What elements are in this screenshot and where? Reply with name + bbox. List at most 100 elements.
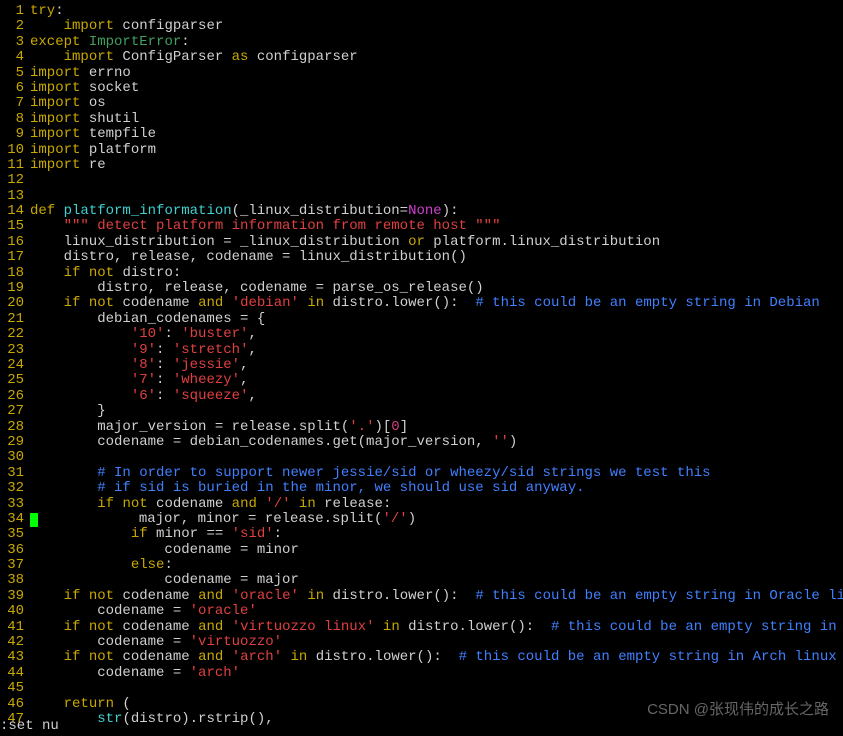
code-editor[interactable]: 1try:2 import configparser3except Import… — [0, 0, 843, 727]
line-content[interactable] — [30, 450, 843, 465]
code-line[interactable]: 14def platform_information(_linux_distri… — [0, 204, 843, 219]
line-content[interactable] — [30, 681, 843, 696]
line-content[interactable]: distro, release, codename = parse_os_rel… — [30, 281, 843, 296]
line-content[interactable]: '7': 'wheezy', — [30, 373, 843, 388]
line-content[interactable]: import ConfigParser as configparser — [30, 50, 843, 65]
line-content[interactable]: try: — [30, 4, 843, 19]
line-content[interactable] — [30, 189, 843, 204]
line-content[interactable]: if not codename and 'debian' in distro.l… — [30, 296, 843, 311]
line-content[interactable]: if not codename and '/' in release: — [30, 497, 843, 512]
token-kw: else — [131, 557, 165, 573]
code-line[interactable]: 26 '6': 'squeeze', — [0, 389, 843, 404]
line-content[interactable]: """ detect platform information from rem… — [30, 219, 843, 234]
line-content[interactable]: except ImportError: — [30, 35, 843, 50]
code-line[interactable]: 28 major_version = release.split('.')[0] — [0, 420, 843, 435]
code-line[interactable]: 33 if not codename and '/' in release: — [0, 497, 843, 512]
token-cm: # this could be an empty string in Debia… — [475, 295, 819, 311]
line-content[interactable]: distro, release, codename = linux_distri… — [30, 250, 843, 265]
line-content[interactable]: major, minor = release.split('/') — [30, 512, 843, 527]
code-line[interactable]: 12 — [0, 173, 843, 188]
code-line[interactable]: 1try: — [0, 4, 843, 19]
code-line[interactable]: 6import socket — [0, 81, 843, 96]
line-content[interactable]: if not distro: — [30, 266, 843, 281]
line-content[interactable]: import configparser — [30, 19, 843, 34]
token-st: 'jessie' — [173, 357, 240, 373]
token-pl: re — [80, 157, 105, 173]
code-line[interactable]: 35 if minor == 'sid': — [0, 527, 843, 542]
line-content[interactable]: if not codename and 'oracle' in distro.l… — [30, 589, 843, 604]
code-line[interactable]: 22 '10': 'buster', — [0, 327, 843, 342]
code-line[interactable]: 44 codename = 'arch' — [0, 666, 843, 681]
line-content[interactable]: linux_distribution = _linux_distribution… — [30, 235, 843, 250]
code-line[interactable]: 3except ImportError: — [0, 35, 843, 50]
line-content[interactable]: codename = 'virtuozzo' — [30, 635, 843, 650]
line-content[interactable]: codename = debian_codenames.get(major_ve… — [30, 435, 843, 450]
line-content[interactable]: import errno — [30, 66, 843, 81]
code-line[interactable]: 7import os — [0, 96, 843, 111]
line-content[interactable]: codename = 'oracle' — [30, 604, 843, 619]
line-content[interactable]: if not codename and 'arch' in distro.low… — [30, 650, 843, 665]
code-line[interactable]: 23 '9': 'stretch', — [0, 343, 843, 358]
code-line[interactable]: 42 codename = 'virtuozzo' — [0, 635, 843, 650]
line-number: 20 — [0, 296, 30, 311]
line-content[interactable]: '8': 'jessie', — [30, 358, 843, 373]
line-content[interactable]: # In order to support newer jessie/sid o… — [30, 466, 843, 481]
code-line[interactable]: 27 } — [0, 404, 843, 419]
line-content[interactable]: import socket — [30, 81, 843, 96]
line-content[interactable]: major_version = release.split('.')[0] — [30, 420, 843, 435]
code-line[interactable]: 43 if not codename and 'arch' in distro.… — [0, 650, 843, 665]
code-line[interactable]: 30 — [0, 450, 843, 465]
code-line[interactable]: 34 major, minor = release.split('/') — [0, 512, 843, 527]
code-line[interactable]: 40 codename = 'oracle' — [0, 604, 843, 619]
code-line[interactable]: 9import tempfile — [0, 127, 843, 142]
code-line[interactable]: 10import platform — [0, 143, 843, 158]
code-line[interactable]: 31 # In order to support newer jessie/si… — [0, 466, 843, 481]
line-content[interactable]: codename = 'arch' — [30, 666, 843, 681]
code-line[interactable]: 18 if not distro: — [0, 266, 843, 281]
code-line[interactable]: 41 if not codename and 'virtuozzo linux'… — [0, 620, 843, 635]
code-line[interactable]: 39 if not codename and 'oracle' in distr… — [0, 589, 843, 604]
token-pl: , — [240, 372, 248, 388]
line-content[interactable] — [30, 173, 843, 188]
code-line[interactable]: 20 if not codename and 'debian' in distr… — [0, 296, 843, 311]
line-content[interactable]: codename = major — [30, 573, 843, 588]
code-line[interactable]: 36 codename = minor — [0, 543, 843, 558]
line-number: 2 — [0, 19, 30, 34]
code-line[interactable]: 16 linux_distribution = _linux_distribut… — [0, 235, 843, 250]
line-content[interactable]: '6': 'squeeze', — [30, 389, 843, 404]
code-line[interactable]: 32 # if sid is buried in the minor, we s… — [0, 481, 843, 496]
code-line[interactable]: 25 '7': 'wheezy', — [0, 373, 843, 388]
line-content[interactable]: import os — [30, 96, 843, 111]
code-line[interactable]: 8import shutil — [0, 112, 843, 127]
line-content[interactable]: # if sid is buried in the minor, we shou… — [30, 481, 843, 496]
token-pl: codename = — [30, 634, 190, 650]
line-content[interactable]: import re — [30, 158, 843, 173]
code-line[interactable]: 21 debian_codenames = { — [0, 312, 843, 327]
line-content[interactable]: import shutil — [30, 112, 843, 127]
code-line[interactable]: 2 import configparser — [0, 19, 843, 34]
line-content[interactable]: else: — [30, 558, 843, 573]
line-content[interactable]: import platform — [30, 143, 843, 158]
line-content[interactable]: if not codename and 'virtuozzo linux' in… — [30, 620, 843, 635]
code-line[interactable]: 38 codename = major — [0, 573, 843, 588]
line-content[interactable]: '10': 'buster', — [30, 327, 843, 342]
line-content[interactable]: def platform_information(_linux_distribu… — [30, 204, 843, 219]
code-line[interactable]: 45 — [0, 681, 843, 696]
line-content[interactable]: codename = minor — [30, 543, 843, 558]
watermark: CSDN @张现伟的成长之路 — [647, 702, 829, 719]
code-line[interactable]: 15 """ detect platform information from … — [0, 219, 843, 234]
code-line[interactable]: 11import re — [0, 158, 843, 173]
code-line[interactable]: 4 import ConfigParser as configparser — [0, 50, 843, 65]
code-line[interactable]: 19 distro, release, codename = parse_os_… — [0, 281, 843, 296]
code-line[interactable]: 5import errno — [0, 66, 843, 81]
line-content[interactable]: if minor == 'sid': — [30, 527, 843, 542]
line-content[interactable]: } — [30, 404, 843, 419]
code-line[interactable]: 37 else: — [0, 558, 843, 573]
line-content[interactable]: import tempfile — [30, 127, 843, 142]
line-content[interactable]: debian_codenames = { — [30, 312, 843, 327]
code-line[interactable]: 24 '8': 'jessie', — [0, 358, 843, 373]
code-line[interactable]: 13 — [0, 189, 843, 204]
line-content[interactable]: '9': 'stretch', — [30, 343, 843, 358]
code-line[interactable]: 17 distro, release, codename = linux_dis… — [0, 250, 843, 265]
code-line[interactable]: 29 codename = debian_codenames.get(major… — [0, 435, 843, 450]
